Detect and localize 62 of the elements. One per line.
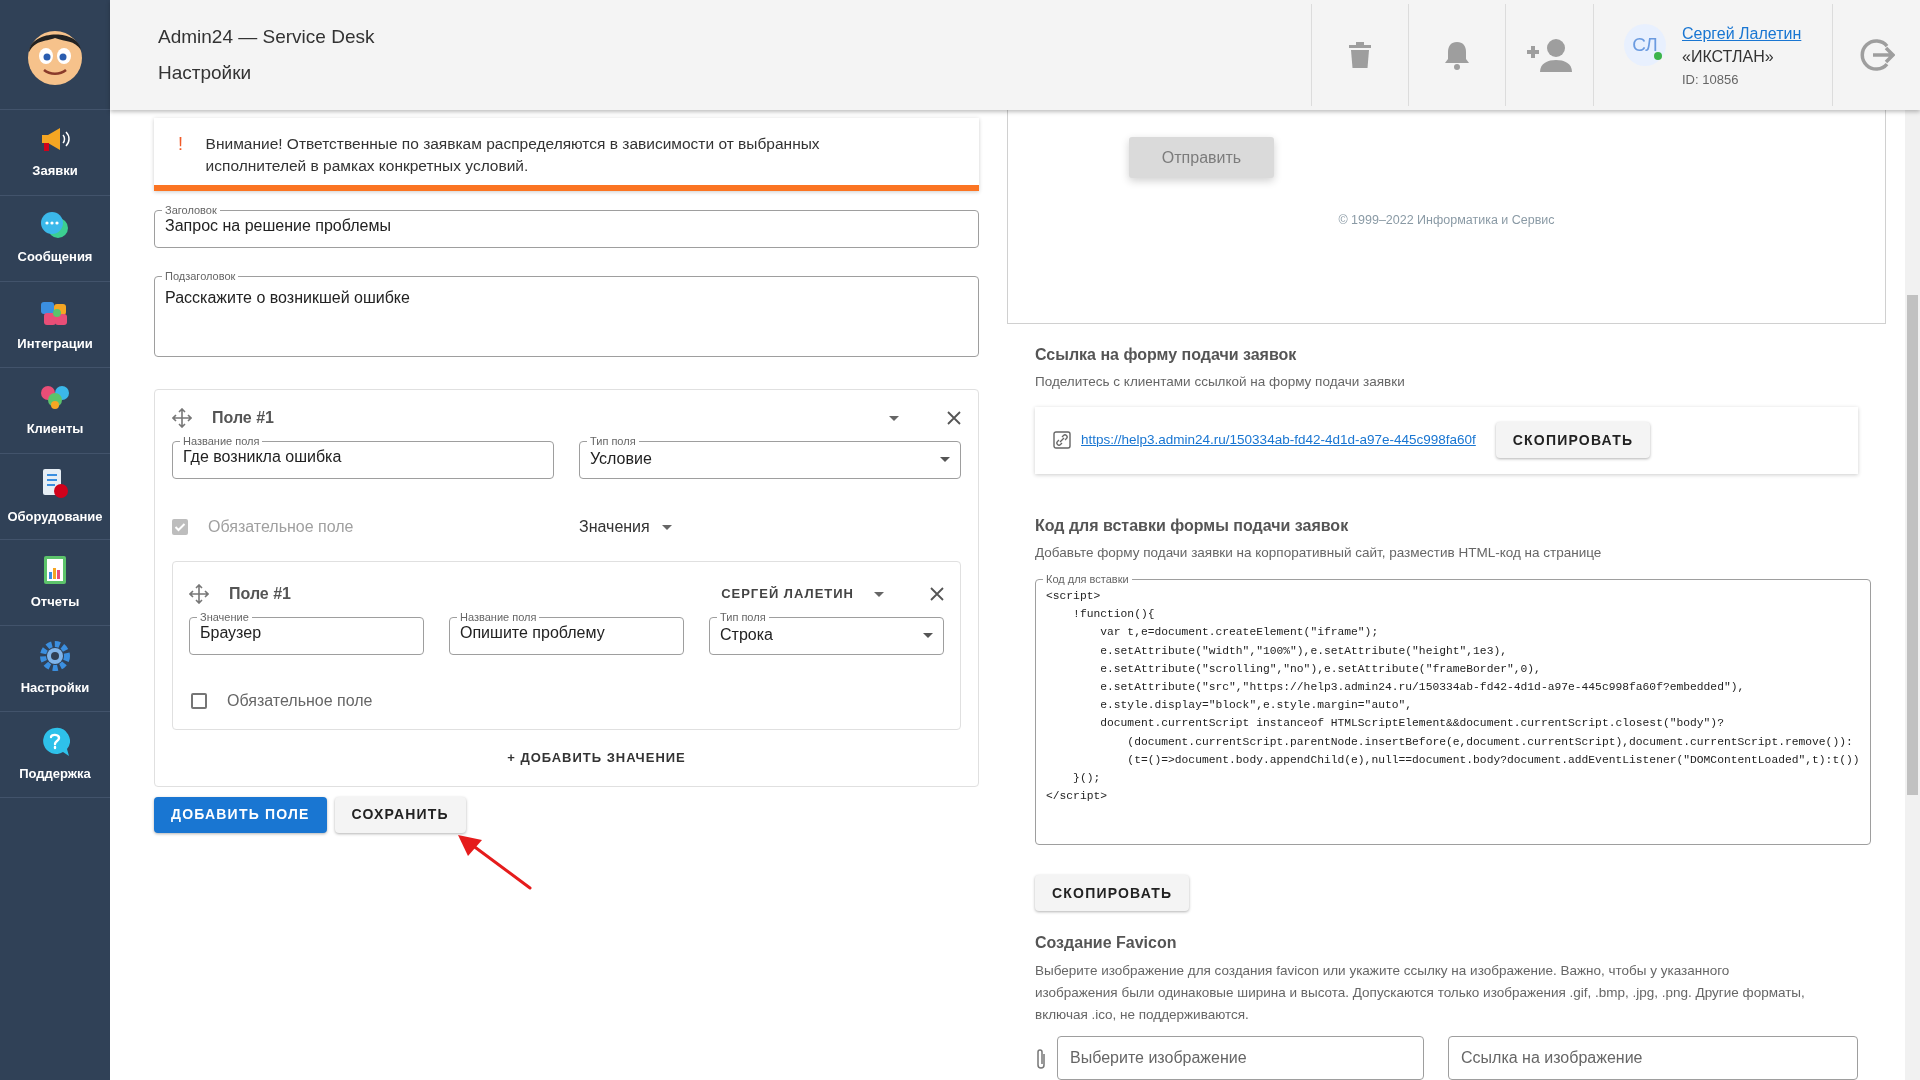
drag-handle-icon[interactable] xyxy=(172,408,192,428)
page-title: Настройки xyxy=(158,61,253,85)
scrollbar[interactable] xyxy=(1905,110,1920,1080)
field-type-select[interactable]: Тип поля Условие xyxy=(579,435,961,479)
sidebar-item[interactable]: Настройки xyxy=(0,626,110,712)
close-icon[interactable] xyxy=(947,411,961,425)
checkbox-label: Обязательное поле xyxy=(227,691,373,711)
field-type-select[interactable]: Тип поля Строка xyxy=(709,611,944,655)
caret-icon[interactable] xyxy=(889,415,899,421)
user-name-link[interactable]: Сергей Лалетин xyxy=(1682,24,1802,44)
alert-mark: ! xyxy=(178,133,184,155)
alert-text: Внимание! Ответственные по заявкам распределяются в зависимости от выбранных исполнителей в рамках конкретных условий. xyxy=(205,134,821,176)
nav-icon xyxy=(40,725,70,758)
nav-icon xyxy=(41,553,69,586)
drag-handle-icon[interactable] xyxy=(189,584,209,604)
paperclip-icon[interactable] xyxy=(1035,1048,1047,1070)
section-heading: Ссылка на форму подачи заявок xyxy=(1035,344,1298,365)
sidebar-item[interactable]: Отчеты xyxy=(0,540,110,626)
caret-icon xyxy=(940,456,950,462)
section-heading: Создание Favicon xyxy=(1035,933,1178,953)
embed-code-field[interactable]: Код для вставки <script> !function(){ var t,e=document.createElement("iframe"); e.setAttribute("width","100%"),e.setAttribute("height",1e3), e.setAttribute("scrolling","no"),e.setAttribute("frameBorder",0), e.setAttribute("src","https://help3.admin24.ru/150334ab-fd42-4d1d-a97e-445c998fa60f?embedded"), e.style.display="block",e.style.margin="auto", document.currentScript instanceof HTMLScriptElement&&document.currentScript.closest("body")? (document.currentScript.parentNode.insertBefore(e,document.currentScript),document.currentScript.remove()): (t=()=>document.body.appendChild(e),null==document.body?document.addEventListener("DOMContentLoaded",t):t()) }(); </script> xyxy=(1035,573,1871,845)
caret-icon xyxy=(923,632,933,638)
value-input[interactable]: Значение Браузер xyxy=(189,611,424,655)
copy-link-button[interactable]: СКОПИРОВАТЬ xyxy=(1495,422,1651,459)
add-value-link[interactable]: + ДОБАВИТЬ ЗНАЧЕНИЕ xyxy=(507,748,686,768)
checkbox-label: Обязательное поле xyxy=(208,517,354,537)
submit-button: Отправить xyxy=(1129,137,1274,178)
values-toggle[interactable]: Значения xyxy=(579,515,650,539)
section-description: Поделитесь с клиентами ссылкой на форму подачи заявки xyxy=(1035,372,1406,391)
form-link[interactable]: https://help3.admin24.ru/150334ab-fd42-4d1d-a97e-445c998fa60f xyxy=(1081,430,1476,451)
close-icon[interactable] xyxy=(930,587,944,601)
sidebar-item[interactable]: Заявки xyxy=(0,110,110,196)
field-name-input[interactable]: Название поля Где возникла ошибка xyxy=(172,435,554,479)
subtitle-field[interactable]: Подзаголовок Расскажите о возникшей ошибке xyxy=(154,270,979,357)
value-title: Поле #1 xyxy=(229,584,291,604)
copy-code-button[interactable]: СКОПИРОВАТЬ xyxy=(1035,875,1190,911)
save-button[interactable]: СОХРАНИТЬ xyxy=(334,796,466,833)
section-description: Выберите изображение для создания favicon или укажите ссылку на изображение. Важно, чтобы у указанного изображения были одинаковые ширина и высота. Допускаются только изображения .gif, .bmp, .jpg, .png. Другие форматы, включая .ico, не поддерживаются. xyxy=(1035,962,1806,1024)
checkbox[interactable] xyxy=(191,693,207,709)
image-file-input[interactable]: Выберите изображение xyxy=(1057,1036,1424,1080)
caret-icon[interactable] xyxy=(661,524,672,530)
sidebar-item[interactable]: Клиенты xyxy=(0,368,110,454)
caret-icon[interactable] xyxy=(874,591,884,597)
nav-icon xyxy=(39,639,71,672)
section-description: Добавьте форму подачи заявки на корпоративный сайт, разместив HTML-код на странице xyxy=(1035,543,1603,562)
sidebar-item[interactable]: Поддержка xyxy=(0,712,110,798)
field-title: Поле #1 xyxy=(212,408,274,428)
copyright-text: © 1999–2022 Информатика и Сервис xyxy=(1338,212,1555,229)
sidebar-item[interactable]: Интеграции xyxy=(0,282,110,368)
field-name-input[interactable]: Название поля Опишите проблему xyxy=(449,611,684,655)
title-field[interactable]: Заголовок Запрос на решение проблемы xyxy=(154,204,979,248)
section-heading: Код для вставки формы подачи заявок xyxy=(1035,515,1350,536)
sidebar-item[interactable]: Сообщения xyxy=(0,196,110,282)
user-id: ID: 10856 xyxy=(1682,71,1740,89)
nav-icon xyxy=(39,210,71,241)
link-icon xyxy=(1053,431,1071,450)
sidebar-item[interactable]: Оборудование xyxy=(0,454,110,540)
image-url-input[interactable]: Ссылка на изображение xyxy=(1448,1036,1858,1080)
assignee-label[interactable]: СЕРГЕЙ ЛАЛЕТИН xyxy=(721,584,854,604)
company-name: «ИКСТЛАН» xyxy=(1682,47,1775,67)
app-title: Admin24 — Service Desk xyxy=(158,24,376,49)
add-field-button[interactable]: ДОБАВИТЬ ПОЛЕ xyxy=(154,796,327,833)
